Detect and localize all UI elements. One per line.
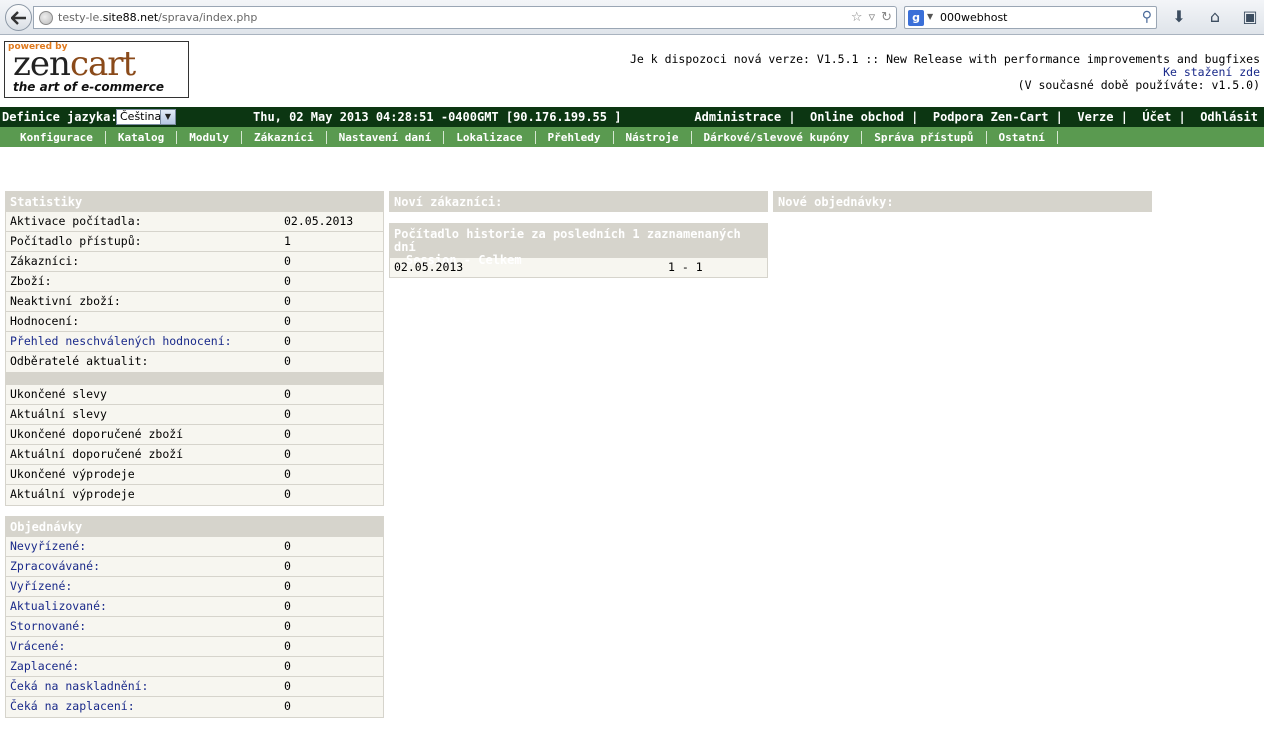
main-menu: Konfigurace Katalog Moduly Zákazníci Nas… xyxy=(0,127,1264,147)
menu-prehledy[interactable]: Přehledy xyxy=(536,130,614,144)
menu-sprava-pristupu[interactable]: Správa přístupů xyxy=(862,130,987,144)
home-icon[interactable]: ⌂ xyxy=(1203,6,1227,28)
logo-wordmark: zencart xyxy=(13,44,136,84)
engine-dropdown-icon[interactable]: ▼ xyxy=(927,12,933,21)
order-status-row[interactable]: Vyřízené: 0 xyxy=(6,577,383,597)
history-value: 1 - 1 xyxy=(668,260,703,274)
menu-katalog[interactable]: Katalog xyxy=(106,130,178,144)
order-status-row[interactable]: Zpracovávané: 0 xyxy=(6,557,383,577)
back-button[interactable] xyxy=(5,4,32,31)
bookmark-star-icon[interactable]: ☆ xyxy=(851,10,863,25)
language-select[interactable]: Čeština ▼ xyxy=(116,109,176,125)
table-row: Aktivace počítadla: 02.05.2013 xyxy=(6,212,383,232)
search-input[interactable]: 000webhost xyxy=(940,11,1008,24)
address-bar[interactable]: testy-le.site88.net/sprava/index.php ☆ ▿… xyxy=(33,6,897,29)
table-row: Hodnocení: 0 xyxy=(6,312,383,332)
url-text: testy-le.site88.net/sprava/index.php xyxy=(58,11,258,24)
table-row: Ukončené doporučené zboží 0 xyxy=(6,425,383,445)
logo-tagline: the art of e-commerce xyxy=(13,80,164,94)
stats-title: Statistiky xyxy=(6,192,383,212)
language-label: Definice jazyka: xyxy=(2,110,118,124)
history-date: 02.05.2013 xyxy=(394,260,464,274)
history-title: Počítadlo historie za posledních 1 zazna… xyxy=(390,224,767,267)
admin-header-bar: Definice jazyka: Čeština ▼ Thu, 02 May 2… xyxy=(0,107,1264,127)
reviews-link-row[interactable]: Přehled neschválených hodnocení: 0 xyxy=(6,332,383,352)
table-row: Odběratelé aktualit: 0 xyxy=(10,354,291,368)
stats-separator xyxy=(6,372,383,385)
zencart-logo[interactable]: powered by zencart the art of e-commerce xyxy=(4,41,189,98)
downloads-icon[interactable]: ⬇ xyxy=(1167,6,1191,28)
table-row: Aktuální výprodeje 0 xyxy=(10,487,291,501)
link-administrace[interactable]: Administrace xyxy=(694,110,781,124)
stats-list-2: Ukončené slevy 0 Aktuální slevy 0 Ukončené… xyxy=(6,385,383,505)
chevron-down-icon: ▼ xyxy=(160,110,175,124)
link-podpora[interactable]: Podpora Zen-Cart xyxy=(933,110,1049,124)
bookmarks-icon[interactable]: ▣ xyxy=(1238,6,1262,28)
top-links: Administrace | Online obchod | Podpora Z… xyxy=(694,110,1258,124)
history-panel: Počítadlo historie za posledních 1 zazna… xyxy=(389,223,768,278)
version-notice: Je k dispozoci nová verze: V1.5.1 :: New… xyxy=(630,53,1260,92)
reload-icon[interactable]: ↻ xyxy=(881,10,892,25)
current-version-text: (V současné době používáte: v1.5.0) xyxy=(1017,78,1260,92)
new-customers-panel: Noví zákazníci: xyxy=(389,191,768,212)
order-status-row[interactable]: Aktualizované: 0 xyxy=(6,597,383,617)
stats-list-1: Aktivace počítadla: 02.05.2013 Počítadlo … xyxy=(6,212,383,372)
table-row: Ukončené výprodeje 0 xyxy=(6,465,383,485)
menu-nastroje[interactable]: Nástroje xyxy=(614,130,692,144)
link-odhlasit[interactable]: Odhlásit xyxy=(1200,110,1258,124)
order-status-row[interactable]: Stornované: 0 xyxy=(6,617,383,637)
table-row: Ukončené slevy 0 xyxy=(6,385,383,405)
menu-zakaznici[interactable]: Zákazníci xyxy=(242,130,327,144)
link-verze[interactable]: Verze xyxy=(1077,110,1113,124)
menu-moduly[interactable]: Moduly xyxy=(177,130,242,144)
server-datetime: Thu, 02 May 2013 04:28:51 -0400GMT [90.1… xyxy=(253,110,622,124)
order-status-row[interactable]: Zaplacené: 0 xyxy=(6,657,383,677)
new-orders-title: Nové objednávky: xyxy=(774,192,1151,212)
table-row: Aktuální slevy 0 xyxy=(6,405,383,425)
history-dropdown-icon[interactable]: ▿ xyxy=(869,10,876,25)
table-row: Aktuální doporučené zboží 0 xyxy=(6,445,383,465)
search-icon[interactable]: ⚲ xyxy=(1142,9,1152,25)
back-arrow-icon xyxy=(10,10,26,25)
browser-toolbar: testy-le.site88.net/sprava/index.php ☆ ▿… xyxy=(0,0,1264,35)
menu-nastaveni-dani[interactable]: Nastavení daní xyxy=(327,130,445,144)
orders-panel: Objednávky Nevyřízené: 0 Zpracovávané: 0 V… xyxy=(5,516,384,718)
stats-panel: Statistiky Aktivace počítadla: 02.05.2013… xyxy=(5,191,384,506)
order-status-row[interactable]: Vrácené: 0 xyxy=(6,637,383,657)
link-online-obchod[interactable]: Online obchod xyxy=(810,110,904,124)
site-identity-icon[interactable] xyxy=(39,11,53,25)
table-row: Zboží: 0 xyxy=(6,272,383,292)
table-row: Počítadlo přístupů: 1 xyxy=(6,232,383,252)
order-status-row[interactable]: Čeká na zaplacení: 0 xyxy=(6,697,383,717)
order-status-row[interactable]: Čeká na naskladnění: 0 xyxy=(6,677,383,697)
table-row: Neaktivní zboží: 0 xyxy=(6,292,383,312)
menu-kupony[interactable]: Dárkové/slevové kupóny xyxy=(692,130,863,144)
order-status-row[interactable]: Nevyřízené: 0 xyxy=(6,537,383,557)
table-row: 02.05.2013 1 - 1 xyxy=(390,258,767,277)
menu-konfigurace[interactable]: Konfigurace xyxy=(8,130,106,144)
menu-lokalizace[interactable]: Lokalizace xyxy=(444,130,536,144)
link-ucet[interactable]: Účet xyxy=(1142,110,1171,124)
google-engine-icon[interactable]: g xyxy=(908,10,924,26)
new-orders-panel: Nové objednávky: xyxy=(773,191,1152,212)
search-bar[interactable]: g ▼ 000webhost ⚲ xyxy=(904,6,1157,29)
table-row: Zákazníci: 0 xyxy=(6,252,383,272)
orders-title: Objednávky xyxy=(6,517,383,537)
new-customers-title: Noví zákazníci: xyxy=(390,192,767,212)
menu-ostatni[interactable]: Ostatní xyxy=(987,130,1058,144)
